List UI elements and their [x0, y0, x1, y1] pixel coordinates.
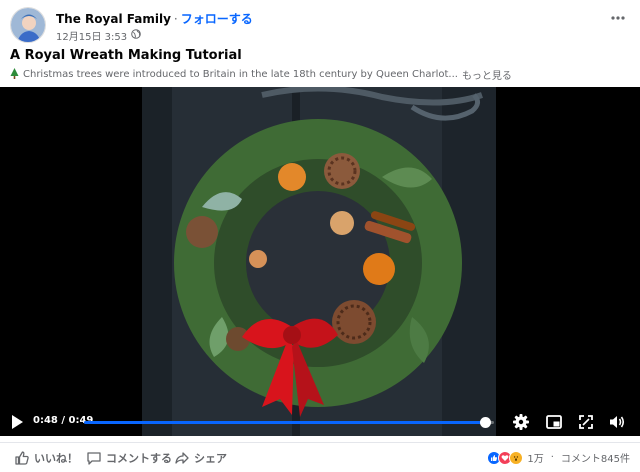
share-button[interactable]: シェア [174, 450, 227, 466]
christmas-tree-icon [10, 67, 19, 82]
settings-gear-icon[interactable] [512, 413, 530, 431]
page-name-row: The Royal Family · フォローする [56, 10, 253, 27]
share-icon [175, 452, 189, 464]
wow-reaction-icon [509, 450, 524, 465]
page-name[interactable]: The Royal Family [56, 12, 171, 26]
separator: · [173, 12, 178, 26]
comment-icon [87, 452, 101, 465]
video-frame [142, 87, 496, 436]
volume-icon[interactable] [608, 413, 626, 431]
see-more-link[interactable]: もっと見る [462, 67, 512, 82]
progress-bar[interactable] [84, 417, 494, 428]
reaction-separator: · [550, 452, 554, 463]
post-date[interactable]: 12月15日 3:53 [56, 28, 127, 43]
thumbs-up-icon [15, 451, 29, 465]
share-label: シェア [194, 452, 227, 465]
comment-button[interactable]: コメントする [86, 450, 172, 466]
comment-label: コメントする [106, 452, 172, 465]
picture-in-picture-icon[interactable] [545, 413, 563, 431]
globe-icon [131, 29, 141, 42]
reactions-summary[interactable]: 1万 · コメント845件 [487, 450, 630, 465]
like-label: いいね！ [34, 452, 78, 465]
page-avatar[interactable] [10, 7, 46, 43]
post-description: Christmas trees were introduced to Brita… [23, 69, 458, 80]
post-header: The Royal Family · フォローする 12月15日 3:53 [0, 0, 640, 44]
reaction-count: 1万 [527, 454, 544, 465]
progress-fill [84, 421, 486, 424]
reaction-icons [487, 450, 524, 465]
video-controls: 0:48 / 0:49 [0, 408, 640, 436]
fullscreen-icon[interactable] [577, 413, 595, 431]
video-player[interactable]: 0:48 / 0:49 [0, 87, 640, 436]
play-icon[interactable] [10, 414, 24, 434]
post-meta: 12月15日 3:53 [56, 28, 141, 43]
follow-button[interactable]: フォローする [181, 12, 253, 26]
post-description-row: Christmas trees were introduced to Brita… [10, 67, 512, 82]
comment-count[interactable]: コメント845件 [561, 450, 630, 465]
post-title: A Royal Wreath Making Tutorial [10, 48, 242, 63]
like-button[interactable]: いいね！ [14, 450, 78, 466]
progress-knob[interactable] [480, 417, 492, 428]
more-options-icon[interactable] [608, 8, 628, 28]
action-bar: いいね！ コメントする シェア 1万 · コメント845件 [0, 442, 640, 472]
